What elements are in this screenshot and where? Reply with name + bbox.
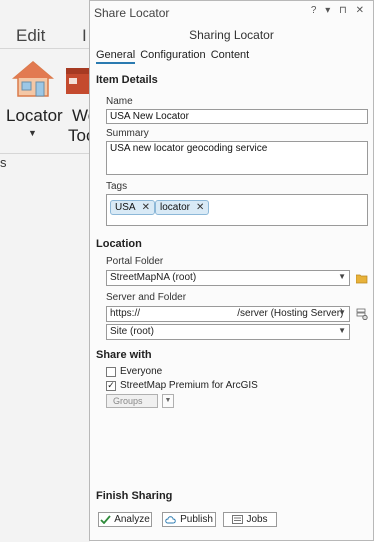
folder-icon[interactable] (356, 272, 368, 284)
ribbon-group-divider (0, 153, 90, 154)
tags-label: Tags (106, 181, 128, 192)
chevron-down-icon[interactable]: ▼ (28, 128, 37, 138)
tags-input[interactable]: USA ✕ locator ✕ (106, 194, 368, 226)
locator-label[interactable]: Locator (6, 106, 63, 126)
everyone-label: Everyone (120, 366, 163, 377)
pane-title: Share Locator (94, 6, 170, 20)
summary-label: Summary (106, 128, 149, 139)
ribbon-background: Edit I Locator ▼ We Too s (0, 0, 97, 542)
ribbon-tab-partial[interactable]: I (82, 26, 87, 46)
item-details-heading: Item Details (96, 74, 158, 86)
premium-label: StreetMap Premium for ArcGIS (120, 380, 258, 391)
checkmark-icon (100, 515, 111, 524)
close-icon[interactable]: ✕ (142, 202, 150, 213)
close-icon[interactable]: ✕ (196, 202, 204, 213)
premium-checkbox[interactable]: ✓ StreetMap Premium for ArcGIS (106, 380, 258, 391)
tab-content[interactable]: Content (211, 49, 250, 61)
portal-folder-label: Portal Folder (106, 256, 164, 267)
location-heading: Location (96, 238, 142, 250)
analyze-button[interactable]: Analyze (98, 512, 152, 527)
checkmark-icon[interactable]: ✓ (106, 380, 116, 391)
name-input[interactable]: USA New Locator (106, 109, 368, 124)
summary-text: USA new locator geocoding service (110, 143, 268, 154)
summary-textarea[interactable]: USA new locator geocoding service (106, 141, 368, 175)
tag-label: locator (160, 202, 191, 213)
checkbox-empty-icon[interactable] (106, 366, 116, 377)
tag-chip-usa[interactable]: USA ✕ (110, 200, 155, 215)
publish-button[interactable]: Publish (162, 512, 216, 527)
pane-header: Sharing Locator (189, 28, 274, 42)
chevron-down-icon[interactable]: ▼ (338, 272, 346, 281)
share-with-heading: Share with (96, 349, 152, 361)
tab-configuration[interactable]: Configuration (140, 49, 205, 61)
tab-general[interactable]: General (96, 49, 136, 64)
analyze-label: Analyze (114, 514, 150, 525)
name-label: Name (106, 96, 133, 107)
pane-controls[interactable]: ? ▾ ⊓ ✕ (311, 5, 367, 16)
jobs-list-icon (232, 515, 244, 524)
tab-bar: General Configuration Content (96, 49, 251, 64)
server-settings-icon[interactable] (356, 308, 368, 320)
portal-folder-value: StreetMapNA (root) (110, 272, 197, 283)
cloud-icon (165, 515, 176, 523)
server-value: https:// /server (Hosting Server) (110, 308, 344, 319)
site-select[interactable]: Site (root) ▼ (106, 324, 350, 340)
groups-button[interactable]: Groups (106, 394, 158, 408)
share-locator-pane: Share Locator ? ▾ ⊓ ✕ Sharing Locator Ge… (89, 0, 374, 541)
chevron-down-icon[interactable]: ▼ (338, 326, 346, 335)
server-folder-label: Server and Folder (106, 292, 187, 303)
jobs-button[interactable]: Jobs (223, 512, 277, 527)
chevron-down-icon[interactable]: ▼ (162, 394, 174, 408)
ribbon-tab-edit[interactable]: Edit (16, 26, 45, 46)
publish-label: Publish (180, 514, 213, 525)
finish-sharing-heading: Finish Sharing (96, 490, 173, 502)
site-value: Site (root) (110, 326, 154, 337)
jobs-label: Jobs (246, 514, 268, 525)
server-select[interactable]: https:// /server (Hosting Server) ▼ (106, 306, 350, 322)
ribbon-divider (0, 48, 90, 49)
tag-chip-locator[interactable]: locator ✕ (155, 200, 210, 215)
chevron-down-icon[interactable]: ▼ (338, 308, 346, 317)
portal-folder-select[interactable]: StreetMapNA (root) ▼ (106, 270, 350, 286)
ribbon-group-label: s (0, 155, 7, 170)
tag-label: USA (115, 202, 136, 213)
everyone-checkbox[interactable]: Everyone (106, 366, 162, 377)
web-tool-icon[interactable] (66, 66, 90, 96)
locator-house-icon[interactable] (12, 58, 54, 100)
